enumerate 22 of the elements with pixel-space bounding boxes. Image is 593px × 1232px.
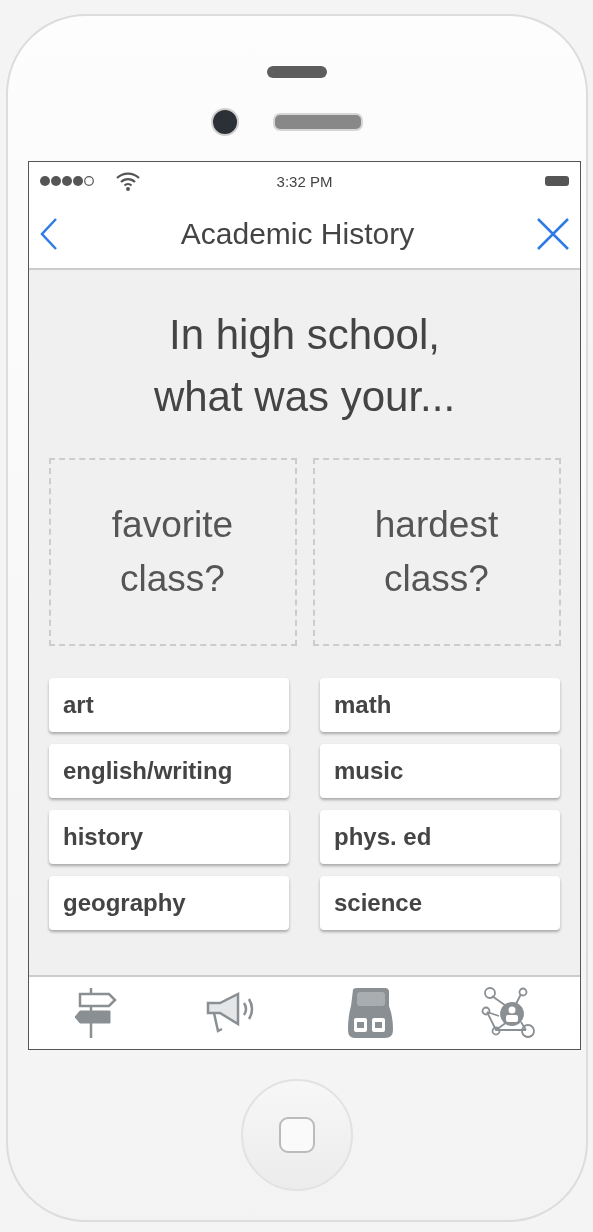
camera (211, 108, 239, 136)
question-text: In high school, what was your... (152, 310, 457, 422)
wifi-icon (115, 171, 141, 191)
option-chip[interactable]: history (49, 810, 289, 864)
back-icon[interactable] (39, 217, 59, 251)
status-time: 3:32 PM (276, 172, 333, 190)
drop-zone[interactable]: favorite class? (48, 458, 297, 646)
option-chip[interactable]: art (49, 678, 289, 732)
speaker-slot (267, 66, 327, 78)
screen-title: Academic History (179, 217, 416, 251)
drop-zone[interactable]: hardest class? (312, 458, 561, 646)
option-chip[interactable]: phys. ed (320, 810, 560, 864)
network-icon[interactable] (480, 986, 537, 1040)
square-icon (278, 1116, 316, 1154)
battery-icon (544, 175, 570, 187)
option-chip[interactable]: science (320, 876, 560, 930)
option-chip[interactable]: math (320, 678, 560, 732)
option-chip[interactable]: music (320, 744, 560, 798)
option-chip[interactable]: english/writing (49, 744, 289, 798)
option-chip[interactable]: geography (49, 876, 289, 930)
close-icon[interactable] (536, 217, 570, 251)
signpost-icon[interactable] (72, 987, 119, 1039)
